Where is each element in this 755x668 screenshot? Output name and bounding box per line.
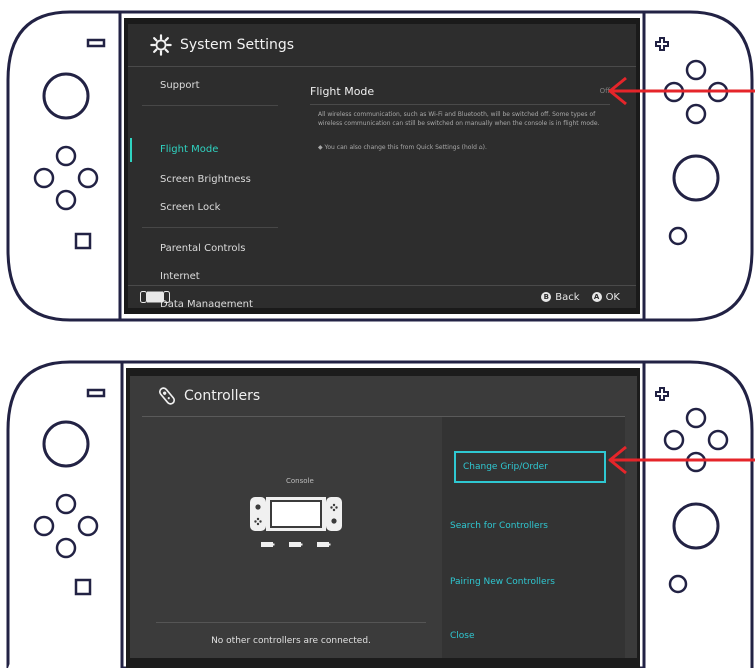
settings-content: Flight Mode Off All wireless communicati… xyxy=(288,66,636,286)
quick-settings-tip: ◆ You can also change this from Quick Se… xyxy=(318,144,487,151)
flight-mode-description: All wireless communication, such as Wi-F… xyxy=(318,111,600,127)
settings-footer: B Back A OK xyxy=(128,285,636,308)
sidebar-item-flight-mode[interactable]: Flight Mode xyxy=(160,144,218,155)
settings-sidebar: Support Flight Mode Screen Brightness Sc… xyxy=(128,66,288,308)
a-button-icon: A xyxy=(591,292,602,302)
system-settings-header: System Settings xyxy=(128,24,636,67)
sidebar-item-support[interactable]: Support xyxy=(160,80,200,91)
close-button[interactable]: Close xyxy=(450,631,475,641)
sidebar-item-screen-lock[interactable]: Screen Lock xyxy=(160,202,220,213)
sidebar-item-internet[interactable]: Internet xyxy=(160,271,200,282)
controllers-header: Controllers xyxy=(142,376,625,417)
change-grip-order-button[interactable]: Change Grip/Order xyxy=(454,451,606,483)
console-icon xyxy=(140,291,170,303)
controllers-screen: Controllers Console No other controllers… xyxy=(130,376,637,658)
console-system-settings: System Settings Support Flight Mode Scre… xyxy=(0,0,755,330)
flight-mode-row[interactable]: Flight Mode Off xyxy=(310,78,610,105)
ok-button[interactable]: A OK xyxy=(591,291,620,303)
connected-controllers-panel: Console No other controllers are connect… xyxy=(142,417,440,658)
sidebar-divider xyxy=(142,227,278,228)
no-controllers-message: No other controllers are connected. xyxy=(211,636,371,646)
gear-icon xyxy=(150,34,172,56)
controller-icon xyxy=(158,387,176,405)
sidebar-selection-indicator xyxy=(130,138,132,162)
sidebar-item-screen-brightness[interactable]: Screen Brightness xyxy=(160,174,251,185)
divider xyxy=(156,622,426,623)
controller-options-panel: Change Grip/Order Search for Controllers… xyxy=(442,417,625,658)
ok-label: OK xyxy=(605,291,620,303)
page-title: Controllers xyxy=(184,388,261,404)
pairing-new-controllers-button[interactable]: Pairing New Controllers xyxy=(450,577,555,587)
console-label: Console xyxy=(286,477,314,485)
change-grip-order-label: Change Grip/Order xyxy=(463,462,548,472)
system-settings-screen: System Settings Support Flight Mode Scre… xyxy=(128,24,636,308)
page-title: System Settings xyxy=(180,37,295,53)
red-arrow-icon xyxy=(608,445,755,475)
back-button[interactable]: B Back xyxy=(541,291,580,303)
sidebar-divider xyxy=(142,105,278,106)
red-arrow-icon xyxy=(608,76,755,106)
flight-mode-label: Flight Mode xyxy=(310,84,375,98)
console-illustration-icon xyxy=(250,497,342,547)
sidebar-item-parental-controls[interactable]: Parental Controls xyxy=(160,243,245,254)
search-for-controllers-button[interactable]: Search for Controllers xyxy=(450,521,548,531)
back-label: Back xyxy=(555,291,580,303)
b-button-icon: B xyxy=(541,292,552,302)
console-controllers: Controllers Console No other controllers… xyxy=(0,358,755,668)
